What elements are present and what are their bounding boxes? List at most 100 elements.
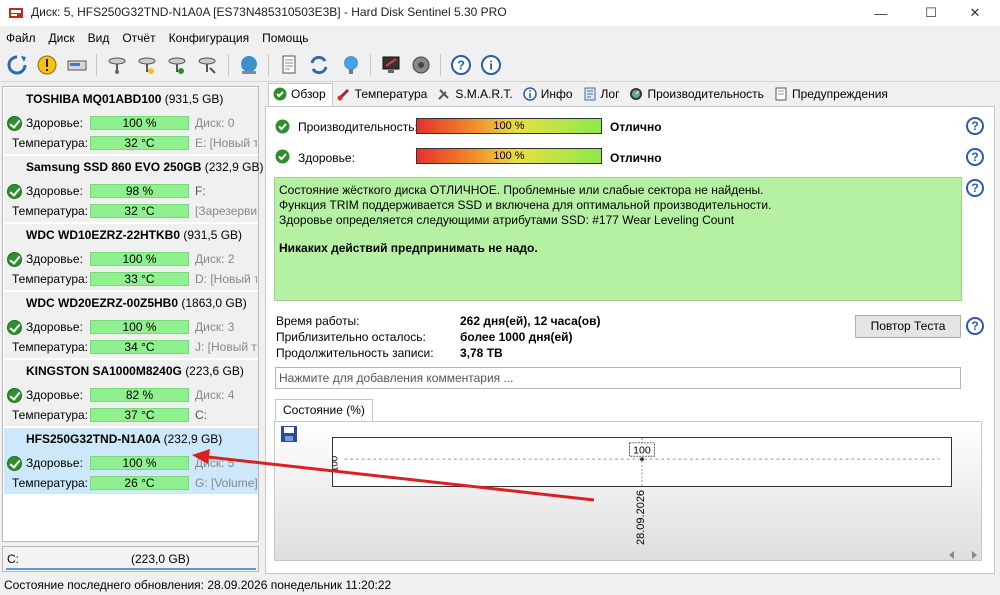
help-icon[interactable]: ? (448, 52, 474, 78)
menu-report[interactable]: Отчёт (116, 28, 162, 48)
probe-icon[interactable] (104, 52, 130, 78)
globe-icon[interactable] (236, 52, 262, 78)
probe-tool-icon[interactable] (194, 52, 220, 78)
disk-icon[interactable] (64, 52, 90, 78)
tab-label: Предупреждения (791, 87, 888, 101)
check-icon (7, 252, 22, 267)
app-logo-icon (9, 8, 23, 18)
close-button[interactable]: ✕ (952, 0, 998, 26)
info-icon (522, 87, 537, 101)
check-icon (7, 116, 22, 131)
health-label: Здоровье: (26, 388, 83, 402)
health-bar: 100 % (90, 252, 189, 266)
help-icon[interactable]: ? (966, 117, 984, 135)
writes-label: Продолжительность записи: (276, 346, 434, 360)
tab-label: S.M.A.R.T. (455, 87, 513, 101)
volume-label: [Зарезервир (195, 204, 257, 218)
data-label: 100 (633, 444, 651, 456)
writes-value: 3,78 TB (460, 346, 503, 360)
temperature-label: Температура: (12, 340, 89, 354)
gauge-icon (629, 87, 643, 101)
health-bar: 82 % (90, 388, 189, 402)
report-icon[interactable] (276, 52, 302, 78)
disk-entry-3[interactable]: WDC WD20EZRZ-00Z5HB0 (1863,0 GB) Здоровь… (4, 292, 258, 359)
tab-performance[interactable]: Производительность (625, 84, 769, 105)
disk-name: Samsung SSD 860 EVO 250GB (232,9 GB) (26, 160, 264, 174)
app-window: Диск: 5, HFS250G32TND-N1A0A [ES73N485310… (0, 0, 1000, 595)
sync-icon[interactable] (306, 52, 332, 78)
data-point (640, 457, 644, 462)
disk-name: WDC WD20EZRZ-00Z5HB0 (1863,0 GB) (26, 296, 247, 310)
tools-icon (437, 87, 451, 101)
toolbar-separator (440, 54, 441, 76)
menu-disk[interactable]: Диск (43, 28, 82, 48)
disk-entry-4[interactable]: KINGSTON SA1000M8240G (223,6 GB) Здоровь… (4, 360, 258, 427)
temperature-bar: 33 °C (90, 272, 189, 286)
toolbar-separator (228, 54, 229, 76)
maximize-button[interactable]: ☐ (908, 0, 954, 26)
health-bar: 100 % (90, 116, 189, 130)
volume-label: E: [Новый т (195, 136, 257, 150)
refresh-icon[interactable] (4, 52, 30, 78)
monitor-icon[interactable] (378, 52, 404, 78)
probe-ok-icon[interactable] (164, 52, 190, 78)
status-description-box: Состояние жёсткого диска ОТЛИЧНОЕ. Пробл… (274, 177, 962, 301)
minimize-button[interactable]: — (858, 0, 904, 26)
info-icon[interactable]: i (478, 52, 504, 78)
help-icon[interactable]: ? (966, 148, 984, 166)
menu-view[interactable]: Вид (82, 28, 117, 48)
disk-name: WDC WD10EZRZ-22HTKB0 (931,5 GB) (26, 228, 243, 242)
volume-label: D: [Новый т (195, 272, 257, 286)
health-bar: 98 % (90, 184, 189, 198)
toolbar: ? i (0, 48, 1000, 82)
check-icon (275, 119, 290, 134)
disk-number: Диск: 0 (195, 116, 235, 130)
probe-warning-icon[interactable] (134, 52, 160, 78)
help-icon[interactable]: ? (966, 317, 984, 335)
health-bar: 100 % (90, 456, 189, 470)
menu-help[interactable]: Помощь (256, 28, 315, 48)
status-line: Состояние жёсткого диска ОТЛИЧНОЕ. Пробл… (279, 183, 764, 197)
tab-info[interactable]: Инфо (519, 84, 579, 105)
menu-bar: Файл Диск Вид Отчёт Конфигурация Помощь (0, 28, 1000, 48)
performance-bar: 100 % (416, 118, 602, 134)
chart-scroll-arrows[interactable] (947, 550, 979, 560)
volume-size: (223,0 GB) (131, 552, 190, 566)
comment-field[interactable]: Нажмите для добавления комментария ... (275, 367, 961, 389)
volume-usage-bar (6, 568, 256, 570)
disk-entry-1[interactable]: Samsung SSD 860 EVO 250GB (232,9 GB) Здо… (4, 156, 263, 223)
network-icon[interactable] (338, 52, 364, 78)
menu-configuration[interactable]: Конфигурация (163, 28, 257, 48)
status-line: Функция TRIM поддерживается SSD и включе… (279, 198, 772, 212)
toolbar-separator (96, 54, 97, 76)
disk-entry-0[interactable]: TOSHIBA MQ01ABD100 (931,5 GB) Здоровье: … (4, 88, 258, 155)
health-label: Здоровье: (26, 456, 83, 470)
x-tick-label: 28.09.2026 (635, 489, 647, 545)
health-label: Здоровье: (298, 151, 355, 165)
check-icon (7, 320, 22, 335)
thermometer-icon (337, 87, 351, 101)
tab-overview[interactable]: Обзор (268, 83, 333, 106)
uptime-label: Время работы: (276, 314, 360, 328)
tab-temperature[interactable]: Температура (333, 84, 434, 105)
retest-button[interactable]: Повтор Теста (855, 315, 961, 338)
uptime-value: 262 дня(ей), 12 часа(ов) (460, 314, 601, 328)
tab-log[interactable]: Лог (579, 84, 626, 105)
tab-smart[interactable]: S.M.A.R.T. (433, 84, 518, 105)
help-icon[interactable]: ? (966, 179, 984, 197)
disk-entry-2[interactable]: WDC WD10EZRZ-22HTKB0 (931,5 GB) Здоровье… (4, 224, 258, 291)
tab-strip: Обзор Температура S.M.A.R.T. Инфо Лог Пр… (268, 83, 988, 106)
menu-file[interactable]: Файл (0, 28, 43, 48)
volume-summary[interactable]: C: (223,0 GB) (2, 546, 259, 572)
disk-name: TOSHIBA MQ01ABD100 (931,5 GB) (26, 92, 224, 106)
alert-icon[interactable] (34, 52, 60, 78)
tab-label: Обзор (291, 87, 326, 101)
tab-health-history[interactable]: Состояние (%) (275, 399, 373, 421)
speaker-icon[interactable] (408, 52, 434, 78)
performance-status: Отлично (610, 120, 662, 134)
remaining-value: более 1000 дня(ей) (460, 330, 573, 344)
status-bar: Состояние последнего обновления: 28.09.2… (4, 578, 392, 592)
tab-warnings[interactable]: Предупреждения (770, 84, 894, 105)
volume-label: C: (195, 408, 207, 422)
volume-drive-letter: C: (7, 552, 19, 566)
